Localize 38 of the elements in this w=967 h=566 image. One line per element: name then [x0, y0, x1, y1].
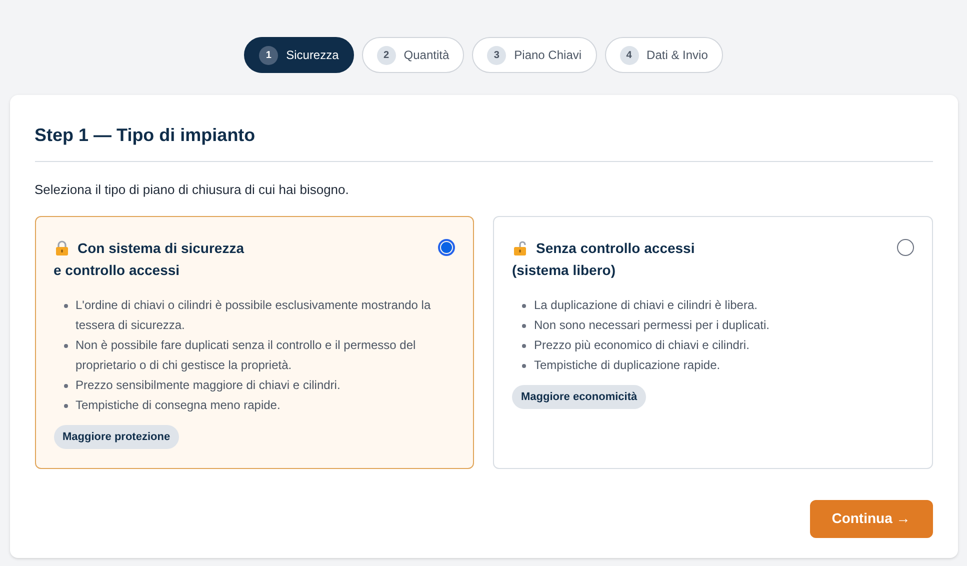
step-number: 4 — [620, 46, 639, 64]
step-number: 1 — [259, 46, 278, 64]
option-point: Tempistiche di consegna meno rapide. — [76, 396, 280, 414]
step-tab[interactable]: 4 Dati & Invio — [604, 37, 723, 73]
intro-text: Seleziona il tipo di piano di chiusura di cui hai bisogno. — [34, 181, 350, 199]
bullet-icon — [522, 324, 526, 328]
padlock-icon — [54, 240, 70, 256]
bullet-icon — [64, 404, 68, 408]
option-point: Non sono necessari permessi per i duplicati. — [534, 316, 770, 334]
step-number: 2 — [376, 46, 396, 64]
option-point: Tempistiche di duplicazione rapide. — [534, 356, 720, 374]
option-title: (sistema libero) — [512, 260, 616, 280]
option-point: Prezzo più economico di chiavi e cilindri. — [534, 336, 750, 354]
option-point: La duplicazione di chiavi e cilindri è libera. — [534, 296, 758, 314]
step-tab[interactable]: 1 Sicurezza — [244, 37, 354, 73]
step-number: 3 — [487, 46, 506, 64]
option-tag: Maggiore protezione — [54, 424, 180, 449]
option-card[interactable] — [34, 216, 474, 468]
option-title: Senza controllo accessi — [536, 238, 695, 258]
option-point: L'ordine di chiavi o cilindri è possibile esclusivamente mostrando la tessera di sicurezza. — [76, 296, 432, 334]
radio-button[interactable] — [896, 238, 914, 256]
option-point: Non è possibile fare duplicati senza il controllo e il permesso del proprietario o di chi gestisce la proprietà. — [76, 336, 417, 374]
option-title: Con sistema di sicurezza — [78, 238, 244, 258]
open-padlock-icon — [512, 240, 528, 256]
option-title: e controllo accessi — [54, 260, 180, 280]
bullet-icon — [64, 344, 68, 348]
option-point: Prezzo sensibilmente maggiore di chiavi e cilindri. — [76, 376, 340, 394]
step-tab[interactable]: 2 Quantità — [362, 37, 464, 73]
option-card[interactable] — [493, 216, 932, 468]
option-tag: Maggiore economicità — [512, 384, 646, 409]
bullet-icon — [522, 304, 526, 308]
bullet-icon — [64, 304, 68, 308]
bullet-icon — [522, 364, 526, 368]
bullet-icon — [522, 344, 526, 348]
bullet-icon — [64, 384, 68, 388]
radio-button[interactable] — [438, 238, 455, 256]
step-title: Step 1 — Tipo di impianto — [34, 122, 932, 162]
step-tab[interactable]: 3 Piano Chiavi — [472, 37, 597, 73]
